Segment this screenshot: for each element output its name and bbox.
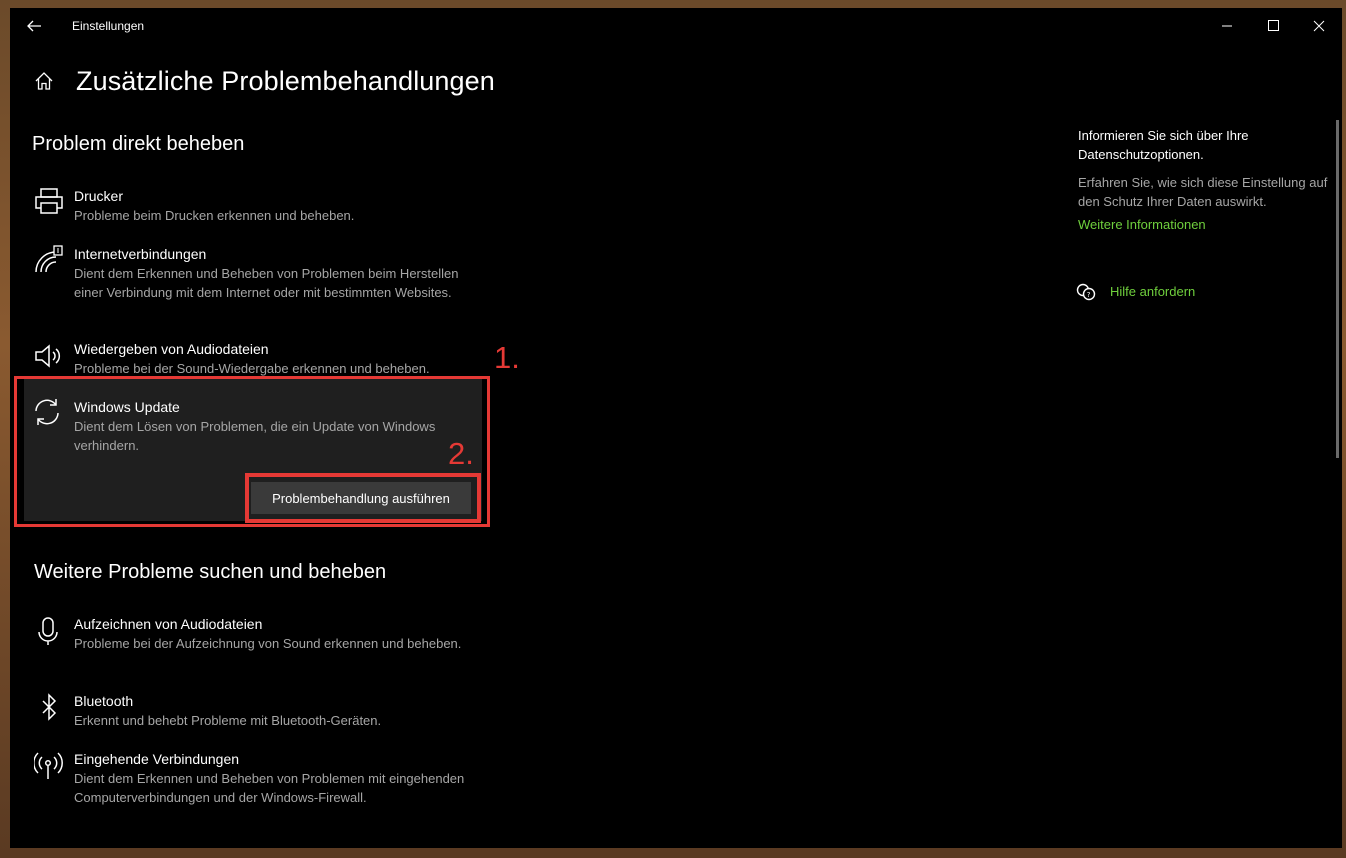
- page-title: Zusätzliche Problembehandlungen: [76, 66, 495, 96]
- vertical-scrollbar[interactable]: [1336, 120, 1339, 458]
- item-description: Probleme bei der Aufzeichnung von Sound …: [74, 636, 462, 651]
- item-description: Erkennt und behebt Probleme mit Bluetoot…: [74, 713, 382, 728]
- antenna-icon: [34, 751, 64, 781]
- annotation-box-run-button: [245, 473, 481, 523]
- bluetooth-icon: [34, 693, 64, 723]
- wifi-icon: [34, 244, 64, 274]
- item-title: Wiedergeben von Audiodateien: [74, 341, 269, 357]
- get-help-link[interactable]: Hilfe anfordern: [1110, 284, 1195, 299]
- printer-icon: [34, 186, 64, 216]
- item-title: Bluetooth: [74, 693, 134, 709]
- item-title: Eingehende Verbindungen: [74, 751, 240, 767]
- maximize-button[interactable]: [1250, 14, 1296, 38]
- troubleshooter-audio-recording[interactable]: Aufzeichnen von Audiodateien Probleme be…: [34, 616, 474, 672]
- privacy-description: Erfahren Sie, wie sich diese Einstellung…: [1078, 175, 1328, 209]
- troubleshooter-internet[interactable]: Internetverbindungen Dient dem Erkennen …: [34, 244, 474, 322]
- item-title: Drucker: [74, 188, 124, 204]
- settings-window: Einstellungen Zusätzliche Problembehandl…: [10, 8, 1342, 848]
- annotation-step-1: 1.: [494, 340, 520, 375]
- chat-help-icon: ?: [1076, 282, 1096, 302]
- home-icon[interactable]: [34, 71, 54, 91]
- troubleshooter-printer[interactable]: Drucker Probleme beim Drucken erkennen u…: [34, 188, 474, 228]
- maximize-icon: [1268, 20, 1279, 31]
- svg-text:?: ?: [1087, 291, 1091, 299]
- section-heading-more: Weitere Probleme suchen und beheben: [34, 561, 387, 583]
- troubleshooter-incoming-connections[interactable]: Eingehende Verbindungen Dient dem Erkenn…: [34, 751, 474, 827]
- troubleshooter-bluetooth[interactable]: Bluetooth Erkennt und behebt Probleme mi…: [34, 693, 474, 733]
- privacy-title: Informieren Sie sich über Ihre Datenschu…: [1078, 128, 1249, 162]
- item-description: Dient dem Erkennen und Beheben von Probl…: [74, 771, 465, 805]
- close-button[interactable]: [1296, 14, 1342, 38]
- annotation-step-2: 2.: [448, 436, 474, 471]
- item-title: Aufzeichnen von Audiodateien: [74, 616, 263, 632]
- more-info-link[interactable]: Weitere Informationen: [1078, 217, 1206, 232]
- back-arrow-icon: [27, 20, 41, 32]
- speaker-icon: [34, 341, 64, 371]
- minimize-icon: [1222, 25, 1232, 27]
- item-description: Probleme beim Drucken erkennen und beheb…: [74, 208, 355, 223]
- microphone-icon: [34, 616, 64, 646]
- item-description: Dient dem Erkennen und Beheben von Probl…: [74, 266, 459, 300]
- back-button[interactable]: [24, 16, 44, 36]
- item-title: Internetverbindungen: [74, 246, 207, 262]
- minimize-button[interactable]: [1204, 14, 1250, 38]
- section-heading-direct: Problem direkt beheben: [32, 133, 245, 155]
- window-title: Einstellungen: [72, 19, 145, 33]
- title-bar: Einstellungen: [10, 8, 1342, 44]
- close-icon: [1313, 20, 1325, 32]
- troubleshooter-audio-playback[interactable]: Wiedergeben von Audiodateien Probleme be…: [34, 341, 474, 381]
